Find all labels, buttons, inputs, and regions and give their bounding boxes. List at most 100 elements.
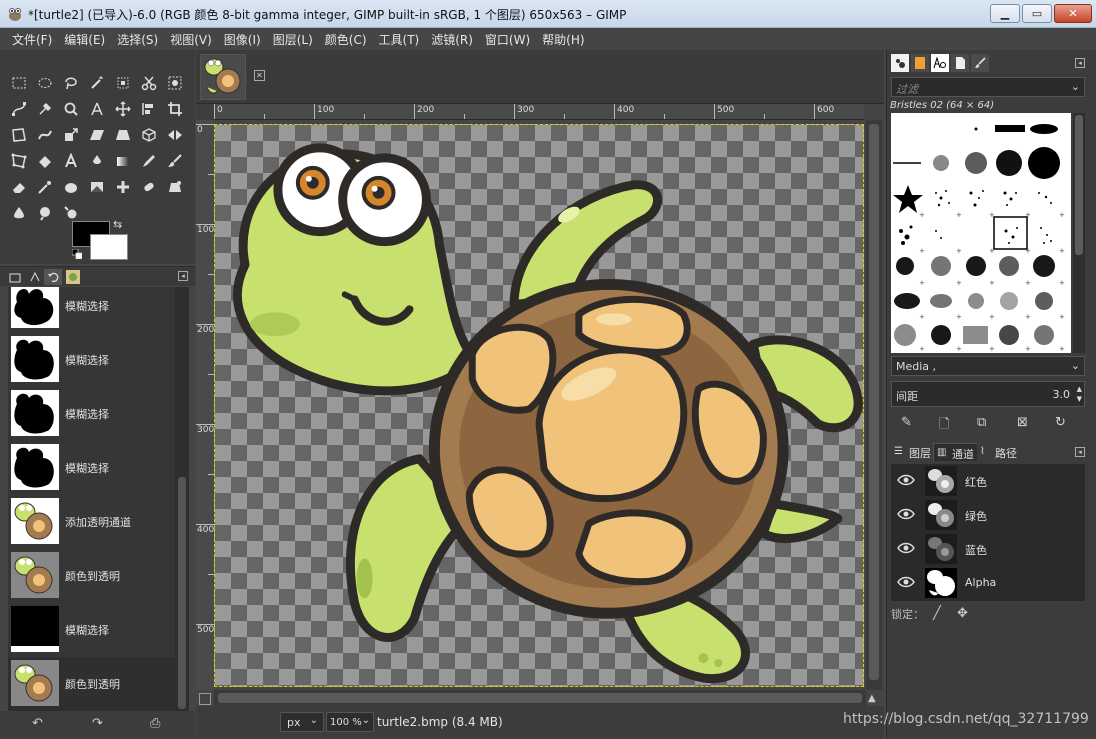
history-item[interactable]: 模糊选择	[8, 387, 175, 441]
tab-patterns[interactable]	[911, 54, 929, 72]
tab-brushes[interactable]	[891, 54, 909, 72]
history-item[interactable]: 模糊选择	[8, 441, 175, 495]
canvas-horizontal-scrollbar[interactable]	[214, 690, 866, 706]
layers-dock-menu-icon[interactable]: ◂	[1075, 447, 1085, 457]
cage-tool[interactable]	[6, 148, 32, 174]
pencil-tool[interactable]	[136, 148, 162, 174]
vertical-ruler[interactable]: 0 100 200 300 400 500	[196, 120, 214, 690]
canvas-vertical-scrollbar[interactable]	[866, 120, 882, 690]
lasso-tool[interactable]	[58, 70, 84, 96]
tab-device-status[interactable]	[26, 269, 44, 285]
tab-undo-history[interactable]	[44, 269, 62, 285]
airbrush-tool[interactable]	[32, 174, 58, 200]
lock-pixels-icon[interactable]: ╱	[933, 606, 941, 621]
move-tool[interactable]	[110, 96, 136, 122]
horizontal-scroll-thumb[interactable]	[218, 693, 862, 703]
smudge-tool-alt[interactable]	[136, 174, 162, 200]
ruler-corner[interactable]	[196, 104, 214, 120]
text-tool[interactable]	[58, 148, 84, 174]
tab-tool-options[interactable]	[6, 269, 24, 285]
menu-image[interactable]: 图像(I)	[218, 28, 267, 50]
brush-grid[interactable]: + + + + + + + + + + + + + + + + + + + + + + + + +	[891, 113, 1071, 353]
eraser-tool[interactable]	[6, 174, 32, 200]
edit-brush-icon[interactable]: ✎	[901, 415, 912, 430]
brush-filter-input[interactable]: 过滤 ⌄	[891, 77, 1085, 97]
maximize-button[interactable]: ▭	[1022, 4, 1052, 23]
vertical-scroll-thumb[interactable]	[869, 124, 879, 680]
shear-tool[interactable]	[84, 122, 110, 148]
background-color-swatch[interactable]	[90, 234, 128, 260]
history-scrollbar[interactable]	[175, 287, 189, 711]
brush-spacing-field[interactable]: 间距 3.0 ▲ ▼	[891, 381, 1085, 407]
measure-tool[interactable]	[84, 96, 110, 122]
perspective-tool[interactable]	[110, 122, 136, 148]
unified-transform-tool[interactable]	[6, 122, 32, 148]
delete-brush-icon[interactable]: ⊠	[1017, 415, 1028, 430]
tab-paths[interactable]: ⌇ 路径	[977, 443, 1021, 461]
eye-icon[interactable]	[897, 473, 915, 487]
ink-tool[interactable]	[84, 148, 110, 174]
eye-icon[interactable]	[897, 575, 915, 589]
menu-select[interactable]: 选择(S)	[111, 28, 164, 50]
eye-icon[interactable]	[897, 541, 915, 555]
unit-select[interactable]: px ⌄	[280, 712, 324, 732]
scale-tool[interactable]	[58, 122, 84, 148]
eye-icon[interactable]	[897, 507, 915, 521]
redo-icon[interactable]: ↷	[92, 716, 103, 731]
image-tab-turtle2[interactable]	[200, 54, 246, 100]
history-scroll-thumb[interactable]	[178, 477, 186, 709]
crop-tool[interactable]	[162, 96, 188, 122]
history-item[interactable]: 模糊选择	[8, 287, 175, 333]
foreground-select-tool[interactable]	[162, 70, 188, 96]
menu-file[interactable]: 文件(F)	[6, 28, 58, 50]
new-brush-icon[interactable]: 🗋	[939, 415, 949, 437]
quick-mask-toggle[interactable]	[199, 693, 211, 705]
swap-colors-icon[interactable]: ⇆	[113, 218, 122, 231]
menu-filters[interactable]: 滤镜(R)	[425, 28, 479, 50]
channel-row-blue[interactable]: 蓝色	[891, 532, 1085, 566]
3d-transform-tool[interactable]	[136, 122, 162, 148]
menu-windows[interactable]: 窗口(W)	[479, 28, 536, 50]
navigate-icon[interactable]: ▲	[868, 693, 880, 705]
tab-layers[interactable]: ☰ 图层	[891, 443, 935, 461]
refresh-brushes-icon[interactable]: ↻	[1055, 415, 1066, 430]
fuzzy-select-tool[interactable]	[84, 70, 110, 96]
menu-edit[interactable]: 编辑(E)	[58, 28, 111, 50]
left-dock-menu-icon[interactable]: ◂	[178, 271, 188, 281]
clone-tool[interactable]	[84, 174, 110, 200]
zoom-select[interactable]: 100 % ⌄	[326, 712, 374, 732]
perspective-clone-tool[interactable]	[162, 174, 188, 200]
menu-view[interactable]: 视图(V)	[164, 28, 218, 50]
close-button[interactable]: ✕	[1054, 4, 1092, 23]
color-picker-tool[interactable]	[32, 96, 58, 122]
bucket-fill-tool[interactable]	[32, 148, 58, 174]
history-item[interactable]: 模糊选择	[8, 333, 175, 387]
paintbrush-tool[interactable]	[162, 148, 188, 174]
minimize-button[interactable]: ▁	[990, 4, 1020, 23]
horizontal-ruler[interactable]: 0 100 200 300 400 500 600	[214, 104, 864, 120]
color-select-tool[interactable]	[110, 70, 136, 96]
lock-position-icon[interactable]: ✥	[957, 606, 968, 621]
channel-row-red[interactable]: 红色	[891, 464, 1085, 498]
warp-tool[interactable]	[32, 122, 58, 148]
history-item[interactable]: 颜色到透明	[8, 549, 175, 603]
duplicate-brush-icon[interactable]: ⧉	[977, 415, 986, 430]
brush-scrollbar[interactable]	[1073, 113, 1085, 353]
zoom-tool[interactable]	[58, 96, 84, 122]
flip-tool[interactable]	[162, 122, 188, 148]
paths-tool[interactable]	[6, 96, 32, 122]
tab-channels[interactable]: ▥ 通道	[933, 443, 979, 461]
rect-select-tool[interactable]	[6, 70, 32, 96]
brush-tag-select[interactable]: Media , ⌄	[891, 356, 1085, 376]
undo-icon[interactable]: ↶	[32, 716, 43, 731]
clear-history-icon[interactable]: ⎙	[150, 716, 160, 731]
tab-images[interactable]	[64, 269, 82, 285]
menu-tools[interactable]: 工具(T)	[373, 28, 426, 50]
tab-paint-dynamics[interactable]	[971, 54, 989, 72]
image-tab-close-icon[interactable]: ✕	[254, 70, 265, 81]
heal-tool[interactable]	[110, 174, 136, 200]
channel-row-green[interactable]: 绿色	[891, 498, 1085, 532]
tab-fonts[interactable]	[931, 54, 949, 72]
menu-colors[interactable]: 颜色(C)	[319, 28, 373, 50]
align-tool[interactable]	[136, 96, 162, 122]
